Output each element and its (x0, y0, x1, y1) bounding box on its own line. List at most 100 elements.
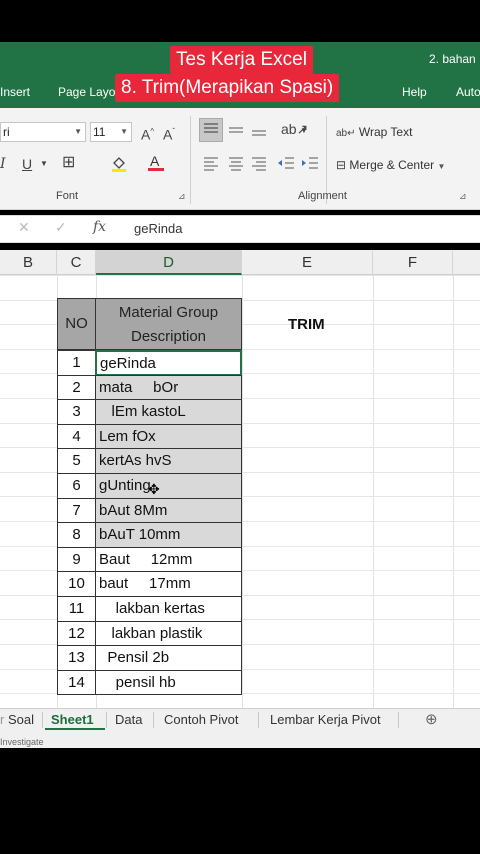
table-row-description[interactable]: lakban kertas (95, 596, 242, 622)
font-name-value: ri (3, 125, 10, 139)
table-row-no[interactable]: 3 (57, 399, 96, 425)
sheet-tab-soal-label: Soal (7, 712, 34, 727)
table-row-no[interactable]: 10 (57, 571, 96, 597)
chevron-down-icon: ▼ (437, 162, 446, 171)
tab-page-layout[interactable]: Page Layo (58, 85, 115, 99)
italic-icon[interactable]: I (0, 155, 6, 173)
table-row-no[interactable]: 6 (57, 473, 96, 499)
align-right-icon[interactable] (251, 155, 267, 175)
table-row-description[interactable]: Baut 12mm (95, 547, 242, 572)
table-row-description[interactable]: lEm kastoL (95, 399, 242, 425)
fill-color-icon[interactable] (110, 154, 128, 176)
enter-icon[interactable]: ✓ (55, 219, 67, 236)
wrap-text-button[interactable]: ab↵ Wrap Text (336, 125, 412, 139)
alignment-dialog-launcher-icon[interactable]: ⊿ (459, 191, 467, 202)
column-header-c[interactable]: C (57, 250, 96, 275)
tab-insert[interactable]: Insert (0, 85, 30, 99)
table-row-no[interactable]: 9 (57, 547, 96, 572)
tab-separator (42, 712, 43, 728)
table-row-description[interactable]: baut 17mm (95, 571, 242, 597)
overlay-title: Tes Kerja Excel (170, 46, 313, 74)
group-alignment-label: Alignment (298, 190, 347, 202)
font-name-box[interactable]: ri ▼ (0, 122, 86, 142)
tab-separator (258, 712, 259, 728)
tab-help[interactable]: Help (402, 85, 427, 99)
chevron-down-icon[interactable]: ▼ (40, 155, 48, 173)
font-color-icon[interactable]: A (147, 153, 165, 177)
decrease-indent-icon[interactable] (277, 155, 295, 175)
overlay-subtitle: 8. Trim(Merapikan Spasi) (115, 74, 340, 102)
header-description-line-1: Material Group (118, 304, 219, 321)
ribbon-separator (190, 116, 191, 204)
table-row-description[interactable]: pensil hb (95, 670, 242, 695)
table-row-no[interactable]: 8 (57, 522, 96, 548)
svg-text:A: A (150, 153, 160, 169)
add-sheet-icon[interactable]: ⊕ (425, 710, 438, 728)
table-row-no[interactable]: 2 (57, 375, 96, 400)
sheet-tab-lembar-kerja-pivot[interactable]: Lembar Kerja Pivot (270, 712, 381, 727)
underline-icon[interactable]: U (22, 155, 32, 173)
table-row-description[interactable]: bAut 8Mm (95, 498, 242, 523)
column-header-f[interactable]: F (373, 250, 453, 275)
align-left-icon[interactable] (203, 155, 219, 175)
table-row-description[interactable]: kertAs hvS (95, 448, 242, 474)
merge-center-label: Merge & Center (349, 158, 435, 172)
chevron-down-icon: ▼ (74, 127, 82, 136)
tab-automate[interactable]: Auto (456, 85, 480, 99)
column-header-b[interactable]: B (0, 250, 57, 275)
tab-separator (153, 712, 154, 728)
table-row-no[interactable]: 7 (57, 498, 96, 523)
merge-center-icon: ⊟ (336, 158, 347, 172)
sheet-tab-sheet1[interactable]: Sheet1 (51, 712, 94, 727)
header-description-line-2: Description (130, 328, 207, 345)
table-row-no[interactable]: 1 (57, 350, 96, 376)
borders-icon[interactable]: ⊞ (62, 154, 75, 172)
trim-header-cell[interactable]: TRIM (288, 316, 325, 333)
chevron-down-icon[interactable]: ▼ (300, 122, 308, 140)
group-font-label: Font (56, 190, 79, 202)
table-row-no[interactable]: 11 (57, 596, 96, 622)
wrap-text-label: Wrap Text (358, 125, 413, 139)
chevron-down-icon: ▼ (120, 127, 128, 136)
table-row-description[interactable]: bAuT 10mm (95, 522, 242, 548)
table-row-no[interactable]: 14 (57, 670, 96, 695)
align-center-icon[interactable] (228, 155, 244, 175)
table-row-description[interactable]: gUnting (95, 473, 242, 499)
table-row-no[interactable]: 4 (57, 424, 96, 449)
wrap-text-icon: ab↵ (336, 128, 356, 139)
header-description-cell[interactable]: Material Group Description (95, 298, 242, 350)
top-align-icon[interactable] (199, 118, 223, 142)
tab-separator (106, 712, 107, 728)
header-no-cell[interactable]: NO (57, 298, 96, 350)
column-header-e[interactable]: E (242, 250, 373, 275)
table-row-description[interactable]: lakban plastik (95, 621, 242, 646)
font-size-box[interactable]: 11 ▼ (90, 122, 132, 142)
table-row-no[interactable]: 13 (57, 645, 96, 671)
table-row-no[interactable]: 12 (57, 621, 96, 646)
mouse-cursor-icon: ✥ (148, 481, 160, 497)
increase-font-icon[interactable]: A^ (141, 123, 154, 144)
table-row-description[interactable]: Lem fOx (95, 424, 242, 449)
column-header-d[interactable]: D (96, 250, 242, 275)
table-row-description[interactable]: Pensil 2b (95, 645, 242, 671)
sheet-tab-soal[interactable]: r Soal (0, 712, 34, 727)
font-dialog-launcher-icon[interactable]: ⊿ (178, 191, 186, 202)
table-row-no[interactable]: 5 (57, 448, 96, 474)
table-row-description[interactable]: mata bOr (95, 375, 242, 400)
tab-separator (398, 712, 399, 728)
middle-align-icon[interactable] (228, 122, 244, 142)
merge-center-button[interactable]: ⊟ Merge & Center ▼ (336, 158, 445, 172)
sheet-tab-data[interactable]: Data (115, 712, 142, 727)
tab-fragment-icon: r (0, 712, 5, 727)
decrease-font-icon[interactable]: Aˇ (163, 123, 175, 144)
active-tab-indicator (45, 728, 105, 730)
formula-input[interactable]: geRinda (134, 221, 182, 236)
table-row-description[interactable]: geRinda (95, 350, 242, 376)
status-bar (0, 734, 480, 748)
sheet-tab-contoh-pivot[interactable]: Contoh Pivot (164, 712, 238, 727)
insert-function-icon[interactable]: fx (93, 219, 106, 235)
gridline (0, 275, 480, 276)
cancel-icon[interactable]: ✕ (18, 219, 30, 236)
increase-indent-icon[interactable] (301, 155, 319, 175)
bottom-align-icon[interactable] (251, 122, 267, 142)
